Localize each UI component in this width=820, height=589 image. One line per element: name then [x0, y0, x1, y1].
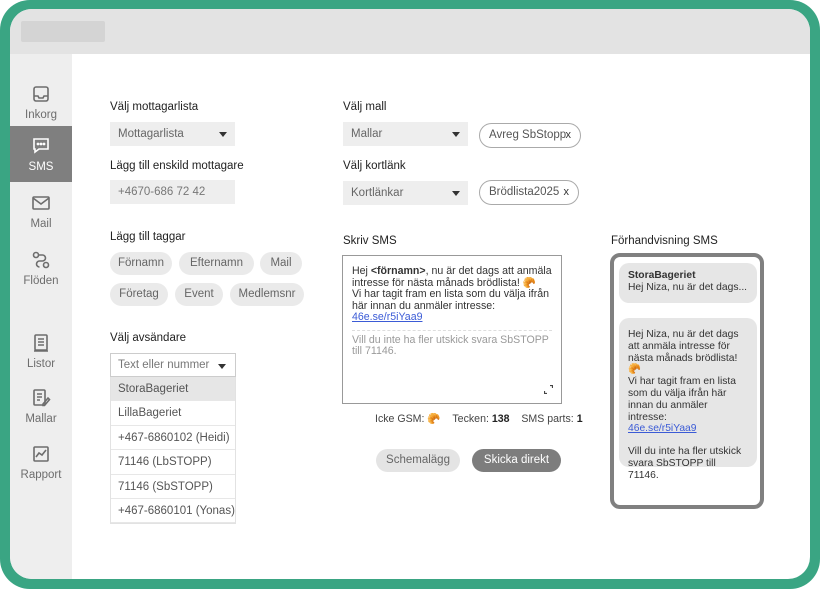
sender-option[interactable]: LillaBageriet — [111, 401, 235, 426]
sender-placeholder: Text eller nummer — [118, 359, 210, 371]
sidebar-item-label: Rapport — [20, 469, 62, 481]
tag-mail[interactable]: Mail — [260, 252, 302, 275]
name-tag: <förnamn> — [370, 265, 426, 277]
sidebar: Inkorg SMS Mail Flöden Listor Mallar Rap… — [10, 54, 72, 579]
compose-heading: Skriv SMS — [343, 235, 397, 247]
preview-snippet: Hej Niza, nu är det dags... — [628, 281, 748, 293]
preview-link: 46e.se/r5iYaa9 — [628, 423, 697, 435]
sidebar-item-sms[interactable]: SMS — [10, 126, 72, 182]
template-select[interactable]: Mallar — [343, 122, 468, 146]
sidebar-item-label: Flöden — [23, 275, 59, 287]
chevron-down-icon — [218, 364, 226, 369]
sender-option[interactable]: +467-6860101 (Yonas) — [111, 499, 235, 524]
tag-event[interactable]: Event — [175, 283, 223, 306]
template-icon — [33, 389, 51, 407]
sidebar-item-mallar[interactable]: Mallar — [10, 378, 72, 434]
send-now-button[interactable]: Skicka direkt — [472, 449, 561, 472]
chevron-down-icon — [452, 132, 460, 137]
sidebar-item-label: Mail — [30, 218, 52, 230]
template-value: Mallar — [351, 128, 383, 140]
sender-heading: Välj avsändare — [110, 332, 187, 344]
parts-label: SMS parts: — [521, 413, 574, 425]
preview-notification: StoraBageriet Hej Niza, nu är det dags..… — [619, 263, 757, 303]
chevron-down-icon — [452, 191, 460, 196]
sms-greeting: Hej — [352, 265, 371, 277]
sender-options: StoraBageriet LillaBageriet +467-6860102… — [110, 377, 236, 525]
shortlink-select[interactable]: Kortlänkar — [343, 181, 468, 205]
tags-heading: Lägg till taggar — [110, 231, 186, 243]
tag-medlemsnr[interactable]: Medlemsnr — [230, 283, 304, 306]
gsm-label: Icke GSM: — [375, 413, 425, 425]
list-icon — [34, 334, 48, 352]
preview-message: Hej Niza, nu är det dags att anmäla intr… — [619, 318, 757, 481]
title-placeholder — [21, 21, 105, 42]
tag-fornamn[interactable]: Förnamn — [110, 252, 172, 275]
gsm-value: 🥐 — [427, 413, 441, 425]
sidebar-item-label: SMS — [28, 161, 54, 173]
preview-body1: Hej Niza, nu är det dags att anmäla intr… — [628, 329, 739, 376]
single-recipient-placeholder: +4670-686 72 42 — [118, 186, 206, 198]
main-content: Välj mottagarlista Mottagarlista Lägg ti… — [72, 54, 810, 579]
close-icon[interactable]: x — [564, 181, 570, 204]
preview-footer: Vill du inte ha fler utskick svara SbSTO… — [628, 446, 742, 481]
sidebar-item-label: Mallar — [25, 413, 57, 425]
report-icon — [33, 446, 49, 462]
preview-sender: StoraBageriet — [628, 270, 696, 281]
tag-efternamn[interactable]: Efternamn — [179, 252, 254, 275]
sms-footer: Vill du inte ha fler utskick svara SbSTO… — [352, 333, 549, 357]
flow-icon — [32, 251, 50, 269]
sidebar-item-listor[interactable]: Listor — [10, 323, 72, 379]
sender-option[interactable]: 71146 (LbSTOPP) — [111, 450, 235, 475]
single-recipient-heading: Lägg till enskild mottagare — [110, 160, 244, 172]
phone-preview: StoraBageriet Hej Niza, nu är det dags..… — [610, 253, 764, 509]
shortlink-chip-label: Brödlista2025 — [489, 186, 560, 198]
recipient-list-heading: Välj mottagarlista — [110, 101, 199, 113]
sidebar-item-floden[interactable]: Flöden — [10, 240, 72, 296]
sms-line2: Vi har tagit fram en lista som du välja … — [352, 288, 550, 312]
sidebar-item-label: Listor — [26, 358, 56, 370]
sms-link[interactable]: 46e.se/r5iYaa9 — [352, 311, 552, 324]
sender-option[interactable]: +467-6860102 (Heidi) — [111, 426, 235, 451]
schedule-button[interactable]: Schemalägg — [376, 449, 460, 472]
sender-dropdown: Text eller nummer StoraBageriet LillaBag… — [110, 353, 236, 525]
divider — [352, 329, 552, 331]
recipient-list-value: Mottagarlista — [118, 128, 184, 140]
sidebar-item-rapport[interactable]: Rapport — [10, 434, 72, 490]
sms-textarea[interactable]: Hej <förnamn>, nu är det dags att anmäla… — [342, 255, 562, 404]
template-heading: Välj mall — [343, 101, 387, 113]
sms-icon — [33, 138, 49, 154]
template-chip-label: Avreg SbStopp — [489, 129, 567, 141]
app-window: Inkorg SMS Mail Flöden Listor Mallar Rap… — [10, 9, 810, 579]
single-recipient-input[interactable]: +4670-686 72 42 — [110, 180, 235, 204]
sidebar-item-inkorg[interactable]: Inkorg — [10, 74, 72, 130]
top-bar — [10, 9, 810, 54]
template-chip: Avreg SbStopp x — [479, 123, 581, 148]
recipient-list-select[interactable]: Mottagarlista — [110, 122, 235, 146]
tag-foretag[interactable]: Företag — [110, 283, 168, 306]
shortlink-value: Kortlänkar — [351, 187, 404, 199]
mail-icon — [32, 196, 50, 210]
shortlink-heading: Välj kortlänk — [343, 160, 406, 172]
sidebar-item-label: Inkorg — [25, 109, 57, 121]
sender-option[interactable]: StoraBageriet — [111, 377, 235, 402]
parts-value: 1 — [576, 413, 583, 425]
device-frame: Inkorg SMS Mail Flöden Listor Mallar Rap… — [0, 0, 820, 589]
sidebar-item-mail[interactable]: Mail — [10, 183, 72, 239]
chars-value: 138 — [491, 413, 510, 425]
shortlink-chip: Brödlista2025 x — [479, 180, 579, 205]
close-icon[interactable]: x — [566, 124, 572, 147]
preview-heading: Förhandvisning SMS — [611, 235, 718, 247]
sms-stats: Icke GSM: 🥐 Tecken: 138 SMS parts: 1 — [375, 412, 583, 425]
inbox-icon — [33, 86, 49, 102]
preview-body2: Vi har tagit fram en lista som du välja … — [628, 376, 736, 423]
sender-option[interactable]: 71146 (SbSTOPP) — [111, 475, 235, 499]
expand-icon[interactable] — [544, 385, 553, 394]
sms-text: Hej <förnamn>, nu är det dags att anmäla… — [352, 265, 552, 289]
chars-label: Tecken: — [452, 413, 489, 425]
sender-dropdown-toggle[interactable]: Text eller nummer — [110, 353, 236, 377]
chevron-down-icon — [219, 132, 227, 137]
